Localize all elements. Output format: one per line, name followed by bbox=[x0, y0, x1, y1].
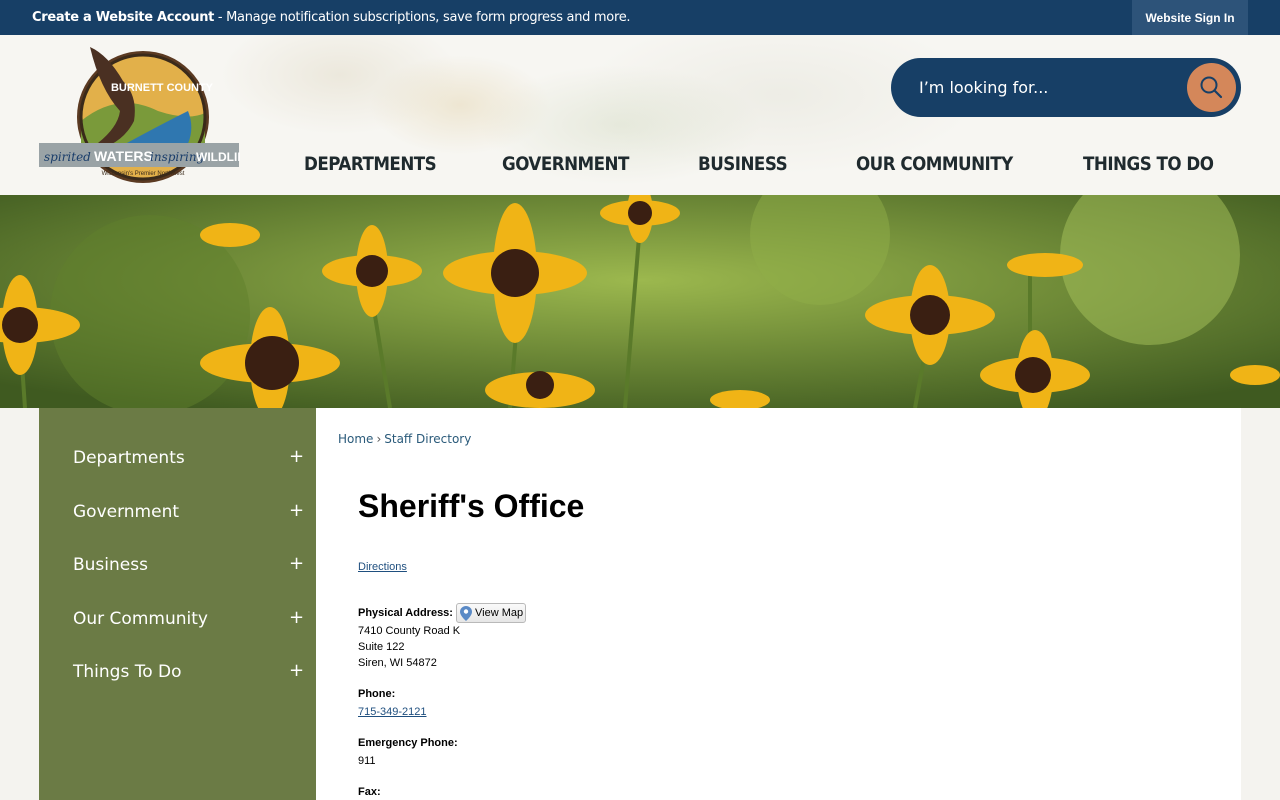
emergency-phone-value: 911 bbox=[358, 755, 376, 767]
breadcrumb-separator: › bbox=[376, 432, 382, 446]
site-header: BURNETT COUNTY spirited WATERS inspiring… bbox=[0, 35, 1280, 195]
sidebar-item-label: Departments bbox=[73, 448, 185, 468]
sidebar-item-label: Our Community bbox=[73, 609, 208, 629]
website-sign-in-button[interactable]: Website Sign In bbox=[1132, 0, 1248, 35]
main-content: Home › Staff Directory Sheriff's Office Di… bbox=[316, 408, 1241, 800]
sidebar-item-business[interactable]: Business + bbox=[39, 545, 316, 585]
physical-address-label: Physical Address: bbox=[358, 607, 453, 619]
address-line-1: 7410 County Road K bbox=[358, 625, 461, 637]
map-pin-icon bbox=[460, 606, 472, 621]
expand-plus-icon[interactable]: + bbox=[289, 553, 304, 574]
page-title: Sheriff's Office bbox=[358, 488, 585, 524]
expand-plus-icon[interactable]: + bbox=[289, 660, 304, 681]
phone-link[interactable]: 715-349-2121 bbox=[358, 706, 427, 718]
nav-business[interactable]: BUSINESS bbox=[698, 153, 788, 175]
emergency-phone-label: Emergency Phone: bbox=[358, 737, 458, 749]
logo-county-text: BURNETT COUNTY bbox=[111, 82, 214, 94]
main-navigation: DEPARTMENTS GOVERNMENT BUSINESS OUR COMM… bbox=[0, 153, 1280, 177]
account-message-text: - Manage notification subscriptions, sav… bbox=[214, 10, 631, 25]
sidebar-item-government[interactable]: Government + bbox=[39, 492, 316, 532]
breadcrumb-home[interactable]: Home bbox=[338, 432, 373, 446]
address-line-3: Siren, WI 54872 bbox=[358, 657, 437, 669]
search-bar bbox=[891, 58, 1241, 117]
sidebar-item-label: Business bbox=[73, 555, 148, 575]
view-map-button[interactable]: View Map bbox=[456, 603, 526, 623]
sidebar-item-departments[interactable]: Departments + bbox=[39, 438, 316, 478]
black-eyed-susan-flowers-image bbox=[0, 195, 1280, 408]
nav-government[interactable]: GOVERNMENT bbox=[502, 153, 629, 175]
search-icon bbox=[1200, 76, 1223, 99]
phone-label: Phone: bbox=[358, 688, 396, 700]
top-bar: Create a Website Account - Manage notifi… bbox=[0, 0, 1280, 35]
address-line-2: Suite 122 bbox=[358, 641, 405, 653]
sidebar-item-our-community[interactable]: Our Community + bbox=[39, 599, 316, 639]
account-message: Create a Website Account - Manage notifi… bbox=[32, 10, 631, 25]
fax-label: Fax: bbox=[358, 786, 381, 798]
sidebar-item-label: Government bbox=[73, 502, 180, 522]
breadcrumb: Home › Staff Directory bbox=[338, 432, 471, 446]
breadcrumb-staff-directory[interactable]: Staff Directory bbox=[384, 432, 471, 446]
nav-departments[interactable]: DEPARTMENTS bbox=[304, 153, 437, 175]
search-input[interactable] bbox=[919, 75, 1179, 99]
expand-plus-icon[interactable]: + bbox=[289, 607, 304, 628]
directions-link[interactable]: Directions bbox=[358, 561, 407, 573]
hero-banner-image bbox=[0, 195, 1280, 408]
create-account-link[interactable]: Create a Website Account bbox=[32, 10, 214, 25]
search-button[interactable] bbox=[1187, 63, 1236, 112]
nav-our-community[interactable]: OUR COMMUNITY bbox=[856, 153, 1013, 175]
sidebar-item-label: Things To Do bbox=[73, 662, 182, 682]
sidebar-navigation: Departments + Government + Business + Ou… bbox=[39, 408, 316, 800]
sidebar-item-things-to-do[interactable]: Things To Do + bbox=[39, 652, 316, 692]
expand-plus-icon[interactable]: + bbox=[289, 500, 304, 521]
expand-plus-icon[interactable]: + bbox=[289, 446, 304, 467]
nav-things-to-do[interactable]: THINGS TO DO bbox=[1083, 153, 1214, 175]
view-map-label: View Map bbox=[475, 607, 524, 619]
